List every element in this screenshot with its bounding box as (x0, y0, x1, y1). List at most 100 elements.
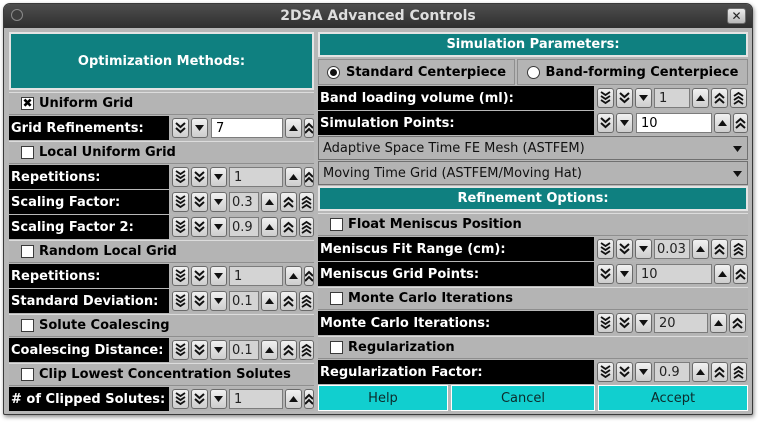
increment-button[interactable] (711, 239, 728, 259)
big-decrement-button[interactable] (172, 291, 189, 311)
step-up-button[interactable] (261, 340, 278, 360)
standard-deviation-value[interactable]: 0.1 (229, 291, 259, 311)
big-decrement-button[interactable] (172, 217, 189, 237)
help-button[interactable]: Help (318, 385, 448, 411)
clipped-solutes-value[interactable]: 1 (229, 389, 283, 409)
band-loading-value[interactable]: 1 (654, 88, 690, 108)
big-decrement-button[interactable] (172, 192, 189, 212)
big-decrement-button[interactable] (172, 266, 189, 286)
decrement-button[interactable] (616, 239, 633, 259)
decrement-button[interactable] (191, 266, 208, 286)
regularization-factor-value[interactable]: 0.9 (654, 362, 690, 382)
monte-carlo-checkbox[interactable] (330, 292, 343, 305)
step-up-button[interactable] (714, 264, 731, 284)
step-up-button[interactable] (261, 217, 278, 237)
monte-carlo-row[interactable]: Monte Carlo Iterations (318, 287, 748, 310)
cancel-button[interactable]: Cancel (451, 385, 595, 411)
close-button[interactable]: ✕ (727, 8, 746, 24)
solute-coalescing-row[interactable]: Solute Coalescing (9, 314, 314, 337)
simulation-points-input[interactable]: 10 (636, 113, 712, 133)
regularization-row[interactable]: Regularization (318, 336, 748, 359)
step-down-button[interactable] (210, 167, 227, 187)
step-up-button[interactable] (692, 88, 709, 108)
big-decrement-button[interactable] (597, 313, 614, 333)
decrement-button[interactable] (616, 313, 633, 333)
step-down-button[interactable] (616, 264, 633, 284)
decrement-button[interactable] (191, 217, 208, 237)
step-down-button[interactable] (210, 217, 227, 237)
standard-centerpiece-option[interactable]: Standard Centerpiece (318, 59, 515, 85)
step-up-button[interactable] (285, 266, 302, 286)
step-down-button[interactable] (210, 389, 227, 409)
decrement-button[interactable] (191, 340, 208, 360)
increment-button[interactable] (280, 217, 297, 237)
decrement-button[interactable] (616, 362, 633, 382)
decrement-button[interactable] (191, 192, 208, 212)
big-increment-button[interactable] (730, 88, 747, 108)
decrement-button[interactable] (597, 113, 614, 133)
increment-button[interactable] (729, 313, 746, 333)
step-down-button[interactable] (191, 118, 208, 138)
decrement-button[interactable] (191, 167, 208, 187)
monte-carlo-iterations-value[interactable]: 20 (654, 313, 708, 333)
step-up-button[interactable] (710, 313, 727, 333)
increment-button[interactable] (733, 264, 748, 284)
step-up-button[interactable] (261, 291, 278, 311)
uniform-grid-checkbox[interactable]: ✖ (21, 97, 34, 110)
random-local-grid-checkbox[interactable] (21, 245, 34, 258)
meniscus-grid-points-value[interactable]: 10 (636, 264, 712, 284)
decrement-button[interactable] (616, 88, 633, 108)
step-down-button[interactable] (210, 192, 227, 212)
step-down-button[interactable] (210, 266, 227, 286)
step-down-button[interactable] (635, 88, 652, 108)
accept-button[interactable]: Accept (598, 385, 748, 411)
big-decrement-button[interactable] (597, 362, 614, 382)
step-down-button[interactable] (635, 239, 652, 259)
lug-repetitions-value[interactable]: 1 (229, 167, 283, 187)
float-meniscus-row[interactable]: Float Meniscus Position (318, 213, 748, 236)
big-increment-button[interactable] (299, 192, 314, 212)
title-bar[interactable]: 2DSA Advanced Controls ✕ (4, 4, 752, 28)
float-meniscus-checkbox[interactable] (330, 218, 343, 231)
big-increment-button[interactable] (730, 239, 747, 259)
increment-button[interactable] (280, 340, 297, 360)
step-down-button[interactable] (210, 291, 227, 311)
step-up-button[interactable] (714, 113, 731, 133)
decrement-button[interactable] (172, 118, 189, 138)
big-decrement-button[interactable] (172, 389, 189, 409)
grid-type-dropdown[interactable]: Moving Time Grid (ASTFEM/Moving Hat) (318, 161, 748, 185)
step-up-button[interactable] (285, 167, 302, 187)
decrement-button[interactable] (191, 291, 208, 311)
step-down-button[interactable] (616, 113, 633, 133)
solute-coalescing-checkbox[interactable] (21, 319, 34, 332)
big-decrement-button[interactable] (597, 239, 614, 259)
step-down-button[interactable] (635, 313, 652, 333)
random-local-grid-row[interactable]: Random Local Grid (9, 240, 314, 263)
increment-button[interactable] (304, 389, 314, 409)
increment-button[interactable] (733, 113, 748, 133)
big-decrement-button[interactable] (172, 167, 189, 187)
step-up-button[interactable] (692, 239, 709, 259)
regularization-checkbox[interactable] (330, 341, 343, 354)
decrement-button[interactable] (191, 389, 208, 409)
big-increment-button[interactable] (299, 340, 314, 360)
increment-button[interactable] (304, 266, 314, 286)
increment-button[interactable] (304, 118, 314, 138)
clip-lowest-checkbox[interactable] (21, 368, 34, 381)
increment-button[interactable] (711, 88, 728, 108)
big-decrement-button[interactable] (597, 88, 614, 108)
band-forming-centerpiece-radio[interactable] (526, 65, 540, 79)
scaling-factor-2-value[interactable]: 0.9 (229, 217, 259, 237)
clip-lowest-row[interactable]: Clip Lowest Concentration Solutes (9, 363, 314, 386)
step-up-button[interactable] (261, 192, 278, 212)
step-up-button[interactable] (285, 389, 302, 409)
scaling-factor-value[interactable]: 0.3 (229, 192, 259, 212)
step-up-button[interactable] (692, 362, 709, 382)
step-down-button[interactable] (635, 362, 652, 382)
increment-button[interactable] (711, 362, 728, 382)
rlg-repetitions-value[interactable]: 1 (229, 266, 283, 286)
meniscus-fit-range-value[interactable]: 0.03 (654, 239, 690, 259)
increment-button[interactable] (304, 167, 314, 187)
big-increment-button[interactable] (299, 291, 314, 311)
increment-button[interactable] (280, 192, 297, 212)
